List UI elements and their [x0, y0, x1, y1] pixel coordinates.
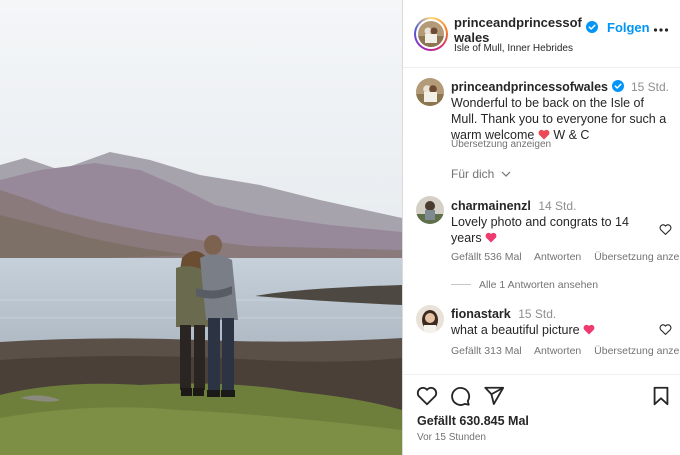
- verified-badge-icon: [611, 80, 624, 92]
- caption-username[interactable]: princeandprincessofwales: [451, 80, 608, 94]
- comments-section: princeandprincessofwales 15 Std. Wonderf…: [403, 69, 680, 374]
- comment-likes[interactable]: Gefällt 536 Mal: [451, 251, 522, 263]
- post-side-panel: princeandprincessofwales Folgen Isle of …: [402, 0, 680, 455]
- comment-header: charmainenzl 14 Std.: [451, 198, 576, 214]
- caption-header: princeandprincessofwales 15 Std.: [451, 79, 669, 95]
- post-timestamp: Vor 15 Stunden: [417, 432, 486, 443]
- comment-translate-link[interactable]: Übersetzung anzeigen: [594, 345, 680, 357]
- comment-text: what a beautiful picture: [451, 323, 580, 337]
- for-you-filter[interactable]: Für dich: [451, 167, 511, 181]
- comment-time: 15 Std.: [518, 307, 557, 321]
- chevron-down-icon: [501, 171, 511, 177]
- comment-text: Lovely photo and congrats to 14 years: [451, 215, 629, 245]
- caption-avatar[interactable]: [416, 78, 444, 106]
- caption-text-block: Wonderful to be back on the Isle of Mull…: [451, 95, 673, 143]
- comment-meta: Gefällt 536 Mal Antworten Übersetzung an…: [451, 251, 680, 263]
- comment-icon[interactable]: [449, 385, 471, 407]
- pink-heart-emoji-icon: [583, 324, 595, 335]
- comment-avatar[interactable]: [416, 305, 444, 333]
- like-comment-icon[interactable]: [659, 223, 672, 236]
- like-comment-icon[interactable]: [659, 323, 672, 336]
- caption-signature: W & C: [553, 128, 590, 142]
- comment-translate-link[interactable]: Übersetzung anzeigen: [594, 251, 680, 263]
- save-bookmark-icon[interactable]: [650, 385, 672, 407]
- comment-username[interactable]: fionastark: [451, 307, 511, 321]
- comment-text-block: Lovely photo and congrats to 14 years: [451, 214, 651, 246]
- caption-translate-link[interactable]: Übersetzung anzeigen: [451, 139, 551, 150]
- reply-button[interactable]: Antworten: [534, 251, 581, 263]
- verified-badge-icon: [586, 21, 598, 33]
- comment-likes[interactable]: Gefällt 313 Mal: [451, 345, 522, 357]
- post-actions: Gefällt 630.845 Mal Vor 15 Stunden: [403, 374, 680, 455]
- share-send-icon[interactable]: [483, 385, 505, 407]
- comment-text-block: what a beautiful picture: [451, 322, 651, 338]
- comment-meta: Gefällt 313 Mal Antworten Übersetzung an…: [451, 345, 680, 357]
- pink-heart-emoji-icon: [485, 232, 497, 243]
- comment-avatar[interactable]: [416, 196, 444, 224]
- follow-button[interactable]: Folgen: [607, 20, 650, 35]
- caption-time: 15 Std.: [630, 80, 670, 94]
- profile-avatar[interactable]: [414, 17, 448, 51]
- reply-button[interactable]: Antworten: [534, 345, 581, 357]
- comment-username[interactable]: charmainenzl: [451, 199, 531, 213]
- comment-header: fionastark 15 Std.: [451, 306, 556, 322]
- location-link[interactable]: Isle of Mull, Inner Hebrides: [454, 43, 573, 54]
- for-you-label: Für dich: [451, 167, 495, 181]
- post-likes-count[interactable]: Gefällt 630.845 Mal: [417, 414, 529, 428]
- comment-time: 14 Std.: [538, 199, 577, 213]
- like-heart-icon[interactable]: [416, 385, 438, 407]
- more-options-icon[interactable]: [653, 22, 669, 38]
- view-replies-link[interactable]: Alle 1 Antworten ansehen: [451, 279, 598, 291]
- post-image[interactable]: [0, 0, 402, 455]
- post-header: princeandprincessofwales Folgen Isle of …: [403, 0, 680, 68]
- header-username[interactable]: princeandprincessofwales: [454, 15, 582, 45]
